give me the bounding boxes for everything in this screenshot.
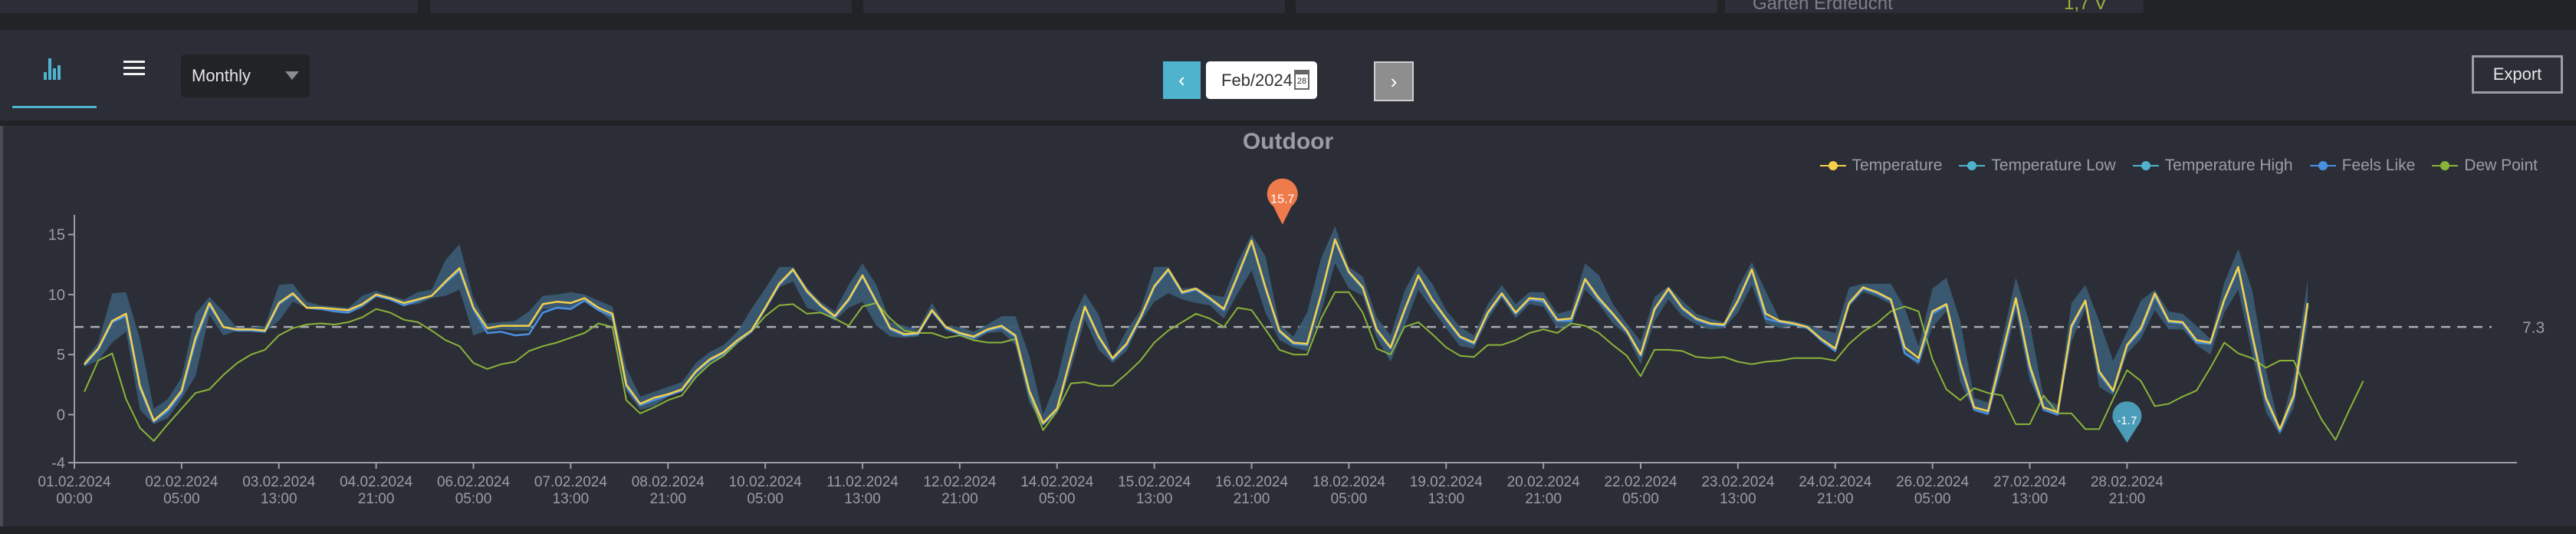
chart-axes: 151050-401.02.202400:0002.02.202405:0003… — [38, 215, 2545, 507]
x-tick-label-date: 04.02.2024 — [340, 474, 413, 490]
x-tick-label-date: 01.02.2024 — [38, 474, 111, 490]
x-tick-label-time: 13:00 — [261, 491, 297, 507]
x-tick-label-date: 16.02.2024 — [1215, 474, 1289, 490]
y-tick-label: 0 — [57, 407, 65, 424]
x-tick-label-date: 02.02.2024 — [145, 474, 219, 490]
x-tick-label-time: 05:00 — [747, 491, 784, 507]
min-marker-label: -1.7 — [2117, 414, 2137, 427]
x-tick-label-date: 24.02.2024 — [1799, 474, 1872, 490]
x-tick-label-time: 05:00 — [1039, 491, 1076, 507]
x-tick-label-date: 06.02.2024 — [437, 474, 511, 490]
x-tick-label-date: 22.02.2024 — [1604, 474, 1677, 490]
min-value-marker: -1.7 — [2112, 401, 2142, 443]
x-tick-label-time: 05:00 — [163, 491, 200, 507]
x-tick-label-time: 05:00 — [1331, 491, 1368, 507]
max-marker-label: 15.7 — [1270, 193, 1294, 206]
x-tick-label-date: 26.02.2024 — [1896, 474, 1970, 490]
x-tick-label-time: 21:00 — [2109, 491, 2146, 507]
x-tick-label-time: 05:00 — [455, 491, 492, 507]
y-tick-label: 5 — [57, 347, 65, 364]
x-tick-label-time: 13:00 — [2012, 491, 2049, 507]
average-line-label: 7.3 — [2522, 319, 2545, 337]
y-tick-label: 15 — [48, 227, 65, 244]
x-tick-label-date: 28.02.2024 — [2091, 474, 2164, 490]
x-tick-label-date: 07.02.2024 — [534, 474, 608, 490]
x-tick-label-date: 12.02.2024 — [923, 474, 997, 490]
x-tick-label-date: 03.02.2024 — [242, 474, 316, 490]
x-tick-label-date: 18.02.2024 — [1313, 474, 1386, 490]
x-tick-label-date: 23.02.2024 — [1701, 474, 1775, 490]
temperature-chart: 151050-401.02.202400:0002.02.202405:0003… — [38, 178, 2545, 507]
x-tick-label-time: 00:00 — [56, 491, 93, 507]
y-tick-label: 10 — [48, 287, 65, 304]
x-tick-label-date: 11.02.2024 — [826, 474, 899, 490]
x-tick-label-date: 15.02.2024 — [1118, 474, 1191, 490]
x-tick-label-time: 21:00 — [358, 491, 395, 507]
x-tick-label-time: 21:00 — [649, 491, 686, 507]
temperature-range-band — [84, 226, 2308, 435]
temperature-high-low-band — [84, 226, 2308, 435]
series-lines — [84, 238, 2364, 442]
x-tick-label-time: 13:00 — [553, 491, 590, 507]
x-tick-label-time: 21:00 — [1817, 491, 1854, 507]
x-tick-label-time: 05:00 — [1622, 491, 1659, 507]
max-value-marker: 15.7 — [1267, 178, 1298, 225]
x-tick-label-time: 21:00 — [941, 491, 978, 507]
x-tick-label-date: 19.02.2024 — [1410, 474, 1484, 490]
x-tick-label-date: 27.02.2024 — [1993, 474, 2067, 490]
x-tick-label-date: 20.02.2024 — [1507, 474, 1581, 490]
x-tick-label-time: 13:00 — [1428, 491, 1464, 507]
x-tick-label-time: 21:00 — [1525, 491, 1562, 507]
x-tick-label-time: 13:00 — [1136, 491, 1173, 507]
x-tick-label-date: 14.02.2024 — [1020, 474, 1094, 490]
x-tick-label-date: 08.02.2024 — [632, 474, 705, 490]
x-tick-label-time: 21:00 — [1234, 491, 1270, 507]
x-tick-label-date: 10.02.2024 — [729, 474, 803, 490]
x-tick-label-time: 13:00 — [1720, 491, 1756, 507]
x-tick-label-time: 05:00 — [1914, 491, 1951, 507]
y-tick-label: -4 — [51, 455, 65, 472]
x-tick-label-time: 13:00 — [844, 491, 881, 507]
